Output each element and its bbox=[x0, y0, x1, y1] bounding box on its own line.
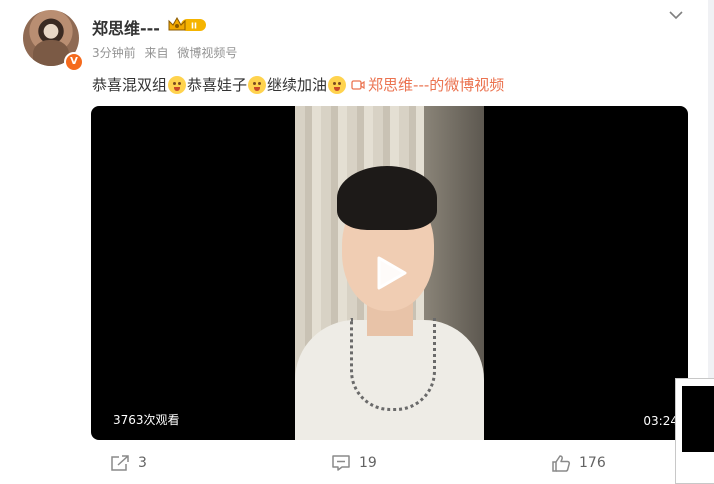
vip-level: II bbox=[191, 22, 197, 31]
action-bar: 3 19 176 bbox=[0, 454, 708, 476]
like-count: 176 bbox=[579, 455, 606, 471]
share-count: 3 bbox=[138, 455, 147, 471]
crown-icon[interactable]: II bbox=[167, 16, 207, 34]
post-text: 恭喜混双组 恭喜娃子 继续加油 郑思维---的微博视频 bbox=[92, 74, 504, 95]
source-prefix: 来自 bbox=[144, 46, 169, 60]
weibo-post-card: V 郑思维--- II 3分钟前 来自 微博视频号 恭喜混双组 恭喜娃子 继续加… bbox=[0, 0, 708, 484]
emoji-icon bbox=[168, 75, 187, 94]
comment-count: 19 bbox=[359, 455, 377, 471]
like-button[interactable]: 176 bbox=[551, 454, 606, 472]
side-panel-preview bbox=[682, 386, 714, 452]
post-time[interactable]: 3分钟前 bbox=[92, 46, 136, 60]
emoji-icon bbox=[328, 75, 347, 94]
text-segment-1: 恭喜混双组 bbox=[92, 76, 168, 94]
play-icon[interactable] bbox=[371, 254, 409, 292]
like-icon bbox=[552, 455, 571, 472]
post-source[interactable]: 微博视频号 bbox=[177, 46, 237, 60]
verified-badge: V bbox=[64, 52, 84, 72]
username[interactable]: 郑思维--- bbox=[92, 15, 160, 39]
video-link[interactable]: 郑思维---的微博视频 bbox=[351, 74, 504, 95]
text-segment-3: 继续加油 bbox=[267, 76, 328, 94]
text-segment-2: 恭喜娃子 bbox=[187, 76, 248, 94]
video-player[interactable]: 3763次观看 03:24 bbox=[91, 106, 688, 440]
comment-icon bbox=[332, 455, 350, 471]
comment-button[interactable]: 19 bbox=[331, 454, 377, 472]
video-duration: 03:24 bbox=[643, 414, 678, 428]
share-button[interactable]: 3 bbox=[110, 454, 147, 472]
video-link-label: 郑思维---的微博视频 bbox=[368, 76, 505, 94]
view-count: 3763次观看 bbox=[113, 413, 180, 427]
post-meta: 3分钟前 来自 微博视频号 bbox=[92, 44, 242, 61]
floating-side-panel[interactable] bbox=[675, 378, 714, 484]
chevron-down-icon[interactable] bbox=[669, 8, 683, 22]
emoji-icon bbox=[248, 75, 267, 94]
share-icon bbox=[111, 455, 129, 471]
video-camera-icon bbox=[351, 79, 365, 90]
